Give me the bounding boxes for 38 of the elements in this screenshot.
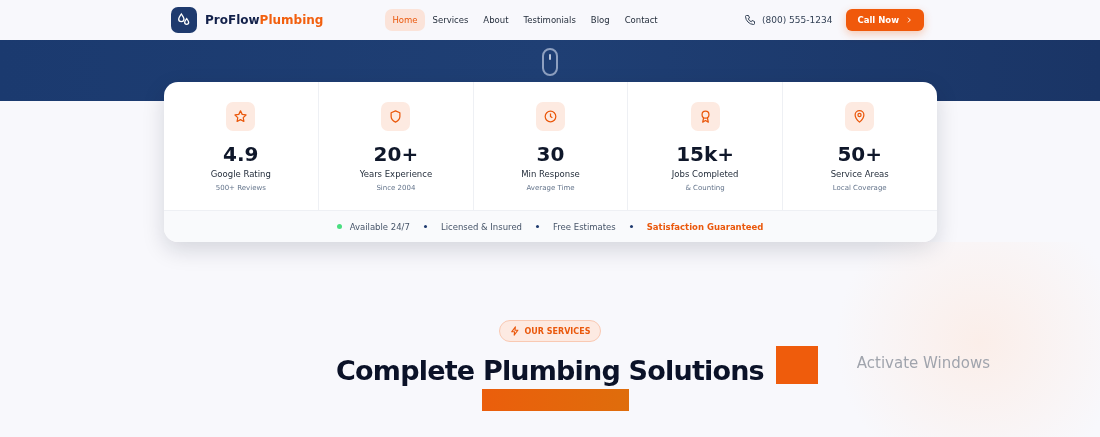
phone-number[interactable]: (800) 555-1234: [762, 15, 833, 25]
nav-link[interactable]: Blog: [583, 9, 617, 31]
chevron-right-icon: [905, 16, 913, 24]
stat-value: 15k+: [676, 142, 735, 166]
stat-label: Years Experience: [359, 169, 433, 179]
stat-value: 20+: [373, 142, 419, 166]
scroll-mouse-icon: [542, 48, 558, 76]
nav-link[interactable]: About: [476, 9, 516, 31]
feature-label: Satisfaction Guaranteed: [646, 221, 764, 232]
nav-link[interactable]: Contact: [617, 9, 665, 31]
brand-name[interactable]: ProFlowPlumbing: [205, 13, 324, 27]
section-heading: Complete Plumbing Solutions: [336, 354, 764, 388]
feature-label: Licensed & Insured: [440, 221, 522, 232]
shield-icon: [381, 102, 411, 131]
bullet-separator: [423, 225, 427, 228]
bullet-separator: [536, 225, 539, 228]
badge-text: OUR SERVICES: [524, 326, 591, 336]
award-icon: [690, 102, 720, 131]
status-dot: [336, 224, 342, 229]
stat-label: Service Areas: [830, 169, 889, 179]
pin-icon: [845, 102, 875, 131]
stat-value: 30: [536, 142, 565, 166]
feature-label: Available 24/7: [349, 221, 410, 232]
feature-label: Free Estimates: [553, 221, 616, 232]
stat-label: Min Response: [521, 169, 580, 179]
activate-windows-notice: Activate Windows: [856, 354, 990, 372]
bullet-separator: [629, 225, 633, 228]
stat-label: Google Rating: [210, 169, 271, 179]
clock-icon: [536, 102, 565, 131]
stat-label: Jobs Completed: [671, 169, 739, 179]
redaction-block: [775, 346, 818, 384]
nav-link[interactable]: Testimonials: [516, 9, 583, 31]
stat-value: 4.9: [223, 142, 259, 166]
droplet-logo-icon: [171, 7, 197, 33]
phone-icon: [744, 14, 756, 26]
lightning-icon: [509, 326, 520, 336]
stat-value: 50+: [837, 142, 882, 166]
nav-link[interactable]: Services: [425, 9, 476, 31]
